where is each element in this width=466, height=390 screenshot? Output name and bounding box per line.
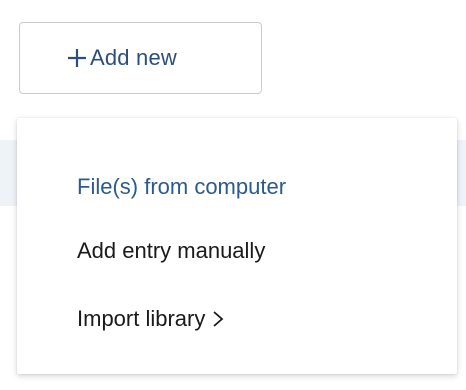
menu-item-label: File(s) from computer bbox=[77, 174, 287, 199]
add-new-label: Add new bbox=[90, 45, 178, 70]
add-new-button[interactable]: Add new bbox=[19, 22, 262, 94]
add-new-dropdown-menu: File(s) from computer Add entry manually… bbox=[17, 118, 457, 374]
chevron-right-icon bbox=[213, 311, 224, 327]
menu-item-files-from-computer[interactable]: File(s) from computer bbox=[77, 174, 286, 200]
menu-item-label: Import library bbox=[77, 306, 206, 331]
plus-icon bbox=[68, 49, 86, 67]
menu-item-import-library[interactable]: Import library bbox=[77, 306, 225, 332]
menu-item-add-entry-manually[interactable]: Add entry manually bbox=[77, 238, 265, 264]
menu-item-label: Add entry manually bbox=[77, 238, 266, 263]
